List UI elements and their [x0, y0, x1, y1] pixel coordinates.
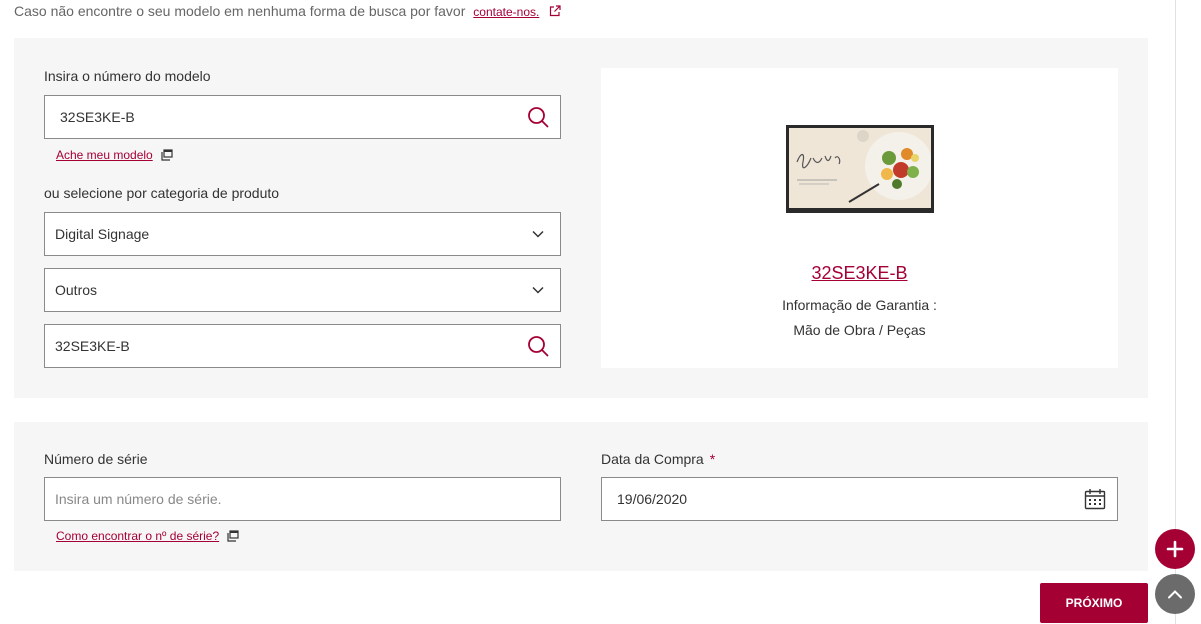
- subcategory-select-value: Outros: [55, 282, 98, 298]
- notice-text: Caso não encontre o seu modelo em nenhum…: [14, 3, 466, 19]
- model-number-value: 32SE3KE-B: [60, 109, 135, 125]
- search-icon[interactable]: [516, 96, 560, 138]
- find-model-link-text: Ache meu modelo: [56, 148, 153, 162]
- window-icon: [161, 149, 173, 164]
- model-number-label: Insira o número do modelo: [44, 68, 211, 84]
- model-number-input[interactable]: 32SE3KE-B: [44, 95, 561, 139]
- purchase-date-input[interactable]: 19/06/2020: [601, 477, 1118, 521]
- search-icon[interactable]: [516, 325, 560, 367]
- chevron-down-icon: [516, 213, 560, 255]
- serial-help-link-text: Como encontrar o nº de série?: [56, 529, 220, 543]
- plus-icon[interactable]: [1155, 529, 1195, 569]
- external-link-icon[interactable]: [549, 3, 561, 21]
- notice: Caso não encontre o seu modelo em nenhum…: [14, 2, 561, 21]
- product-name-link[interactable]: 32SE3KE-B: [601, 263, 1118, 284]
- chevron-down-icon: [516, 269, 560, 311]
- category-select[interactable]: Digital Signage: [44, 212, 561, 256]
- serial-panel: Número de série Insira um número de séri…: [14, 422, 1148, 571]
- warranty-label: Informação de Garantia :: [782, 297, 937, 313]
- serial-number-label: Número de série: [44, 451, 148, 467]
- product-image: [786, 125, 934, 213]
- model-search-value: 32SE3KE-B: [55, 338, 130, 354]
- product-card: 32SE3KE-B Informação de Garantia : Mão d…: [601, 68, 1118, 368]
- model-panel: Insira o número do modelo 32SE3KE-B Ache…: [14, 38, 1148, 398]
- window-icon: [227, 530, 239, 545]
- category-select-value: Digital Signage: [55, 226, 150, 242]
- serial-help-link[interactable]: Como encontrar o nº de série?: [56, 529, 239, 545]
- purchase-date-value: 19/06/2020: [617, 491, 688, 507]
- find-model-link[interactable]: Ache meu modelo: [56, 148, 173, 164]
- serial-number-input[interactable]: Insira um número de série.: [44, 477, 561, 521]
- category-label: ou selecione por categoria de produto: [44, 185, 280, 201]
- subcategory-select[interactable]: Outros: [44, 268, 561, 312]
- required-mark: *: [709, 451, 716, 467]
- warranty-value: Mão de Obra / Peças: [793, 322, 926, 338]
- next-button[interactable]: PRÓXIMO: [1040, 583, 1148, 623]
- contact-link[interactable]: contate-nos.: [473, 5, 539, 19]
- page: Caso não encontre o seu modelo em nenhum…: [0, 0, 1201, 624]
- purchase-date-label-text: Data da Compra: [601, 451, 704, 467]
- model-search-input[interactable]: 32SE3KE-B: [44, 324, 561, 368]
- chevron-up-icon[interactable]: [1155, 574, 1195, 614]
- calendar-icon[interactable]: [1073, 478, 1117, 520]
- purchase-date-label: Data da Compra *: [601, 450, 715, 468]
- serial-number-placeholder: Insira um número de série.: [55, 491, 222, 507]
